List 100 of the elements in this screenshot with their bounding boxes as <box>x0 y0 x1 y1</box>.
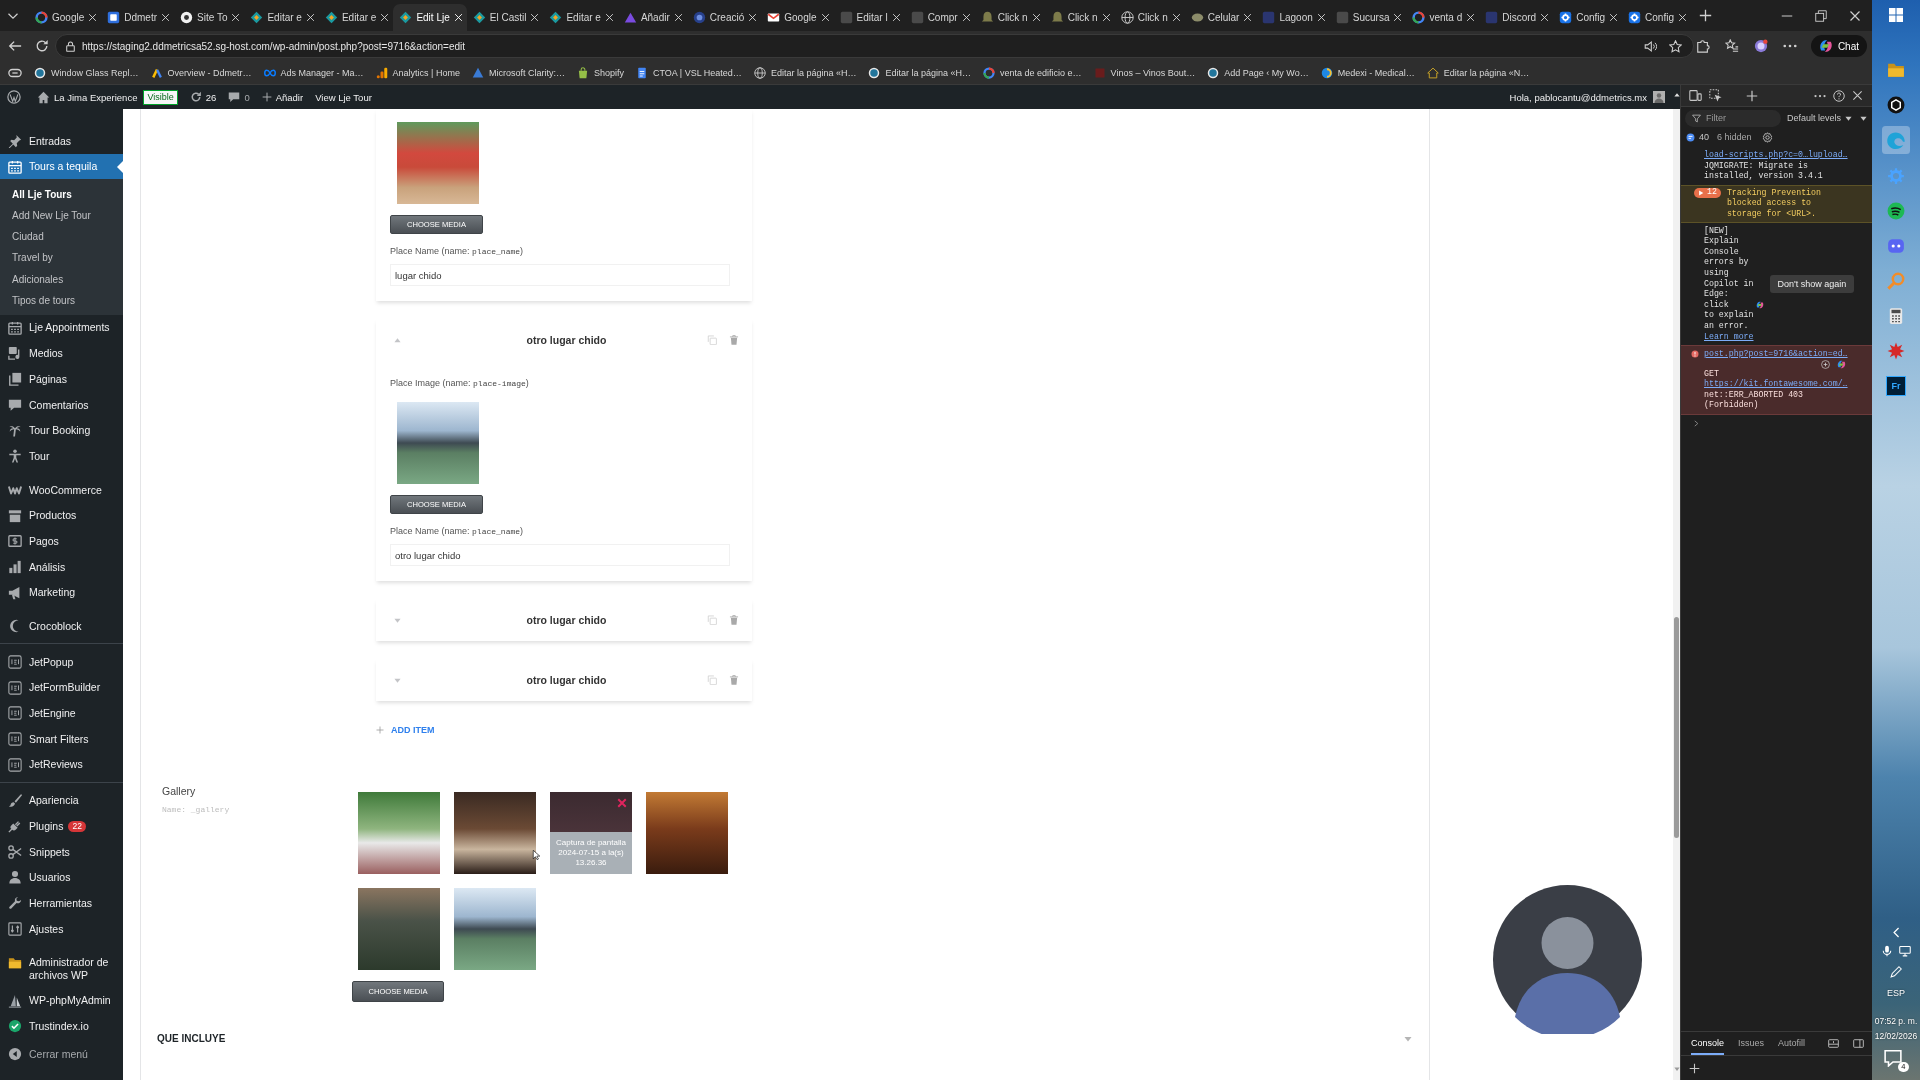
plus-icon[interactable] <box>1746 89 1758 102</box>
close-icon[interactable] <box>1243 13 1253 22</box>
browser-tab[interactable]: Añadir <box>617 4 687 31</box>
circle-logo-icon[interactable] <box>7 90 21 104</box>
browser-tab[interactable]: Discord <box>1479 4 1554 31</box>
browser-tab[interactable]: Creació <box>686 4 762 31</box>
device-toggle-icon[interactable] <box>1689 89 1702 102</box>
sidebar-item[interactable]: JetReviews <box>0 751 123 778</box>
log-levels-dropdown[interactable]: Default levels <box>1787 113 1853 123</box>
updates-link[interactable]: 26 <box>189 91 217 103</box>
view-link[interactable]: View Lje Tour <box>315 91 372 103</box>
filter-field[interactable]: Filter <box>1685 109 1781 127</box>
dock-icon[interactable] <box>1828 1038 1839 1049</box>
close-icon[interactable] <box>530 13 540 22</box>
chevron-right-icon[interactable] <box>1693 420 1700 428</box>
browser-tab[interactable]: venta d <box>1406 4 1480 31</box>
sidebar-item[interactable]: Administrador de archivos WP <box>0 949 123 988</box>
sidebar-item[interactable]: Marketing <box>0 579 123 606</box>
browser-tab[interactable]: Click n <box>974 4 1045 31</box>
close-icon[interactable] <box>1171 13 1181 22</box>
drawer-tab[interactable]: Autofill <box>1778 1032 1806 1055</box>
bookmark[interactable]: venta de edificio e… <box>983 66 1082 79</box>
pen-icon[interactable] <box>1890 966 1902 978</box>
bookmark[interactable]: CTOA | VSL Heated… <box>636 66 742 79</box>
grid-logo-icon[interactable] <box>1888 7 1904 23</box>
site-name-link[interactable]: La Jima Experience <box>37 90 138 104</box>
panel-icon[interactable] <box>1853 1038 1864 1049</box>
gear-icon[interactable] <box>1761 131 1773 143</box>
scrollbar-thumb[interactable] <box>1674 617 1679 838</box>
bookmark[interactable]: Ads Manager - Ma… <box>263 66 364 79</box>
close-icon[interactable] <box>305 13 315 22</box>
sidebar-item[interactable]: Páginas <box>0 366 123 392</box>
sidebar-item[interactable]: Usuarios <box>0 864 123 891</box>
bookmark[interactable]: Vinos – Vinos Bout… <box>1093 66 1196 79</box>
sidebar-item[interactable]: Medios <box>0 340 123 367</box>
calculator-icon[interactable] <box>1887 307 1905 325</box>
app-tile[interactable]: Fr <box>1886 376 1906 396</box>
bookmark[interactable]: Editar la página «H… <box>868 66 971 79</box>
submenu-item[interactable]: Add New Lje Tour <box>0 204 123 227</box>
sidebar-item[interactable]: Herramientas <box>0 890 123 916</box>
clock[interactable]: 07:52 p. m. 12/02/2026 <box>1874 1014 1918 1044</box>
remove-icon[interactable] <box>617 798 627 808</box>
close-icon[interactable] <box>1393 13 1403 22</box>
close-icon[interactable] <box>88 13 98 22</box>
close-icon[interactable] <box>380 13 390 22</box>
close-icon[interactable] <box>961 13 971 22</box>
collapse-menu-button[interactable]: Cerrar menú <box>0 1041 123 1067</box>
learn-more-link[interactable]: Learn more <box>1704 331 1754 341</box>
address-bar[interactable]: https://staging2.ddmetricsa52.sg-host.com/wp-admin/post.php?post=9716&action=edit <box>55 34 1694 58</box>
browser-tab[interactable]: Celular <box>1184 4 1257 31</box>
language-indicator[interactable]: ESP <box>1887 987 1905 999</box>
bookmark[interactable]: Editar la página «N… <box>1426 66 1530 79</box>
profile-icon[interactable] <box>1753 39 1768 53</box>
bookmark[interactable]: Shopify <box>576 66 624 79</box>
drawer-tab[interactable]: Console <box>1691 1032 1725 1055</box>
close-icon[interactable] <box>820 13 830 22</box>
sidebar-item[interactable]: Tour Booking <box>0 417 123 444</box>
browser-tab[interactable]: Ddmetr <box>101 4 175 31</box>
text-input[interactable]: otro lugar chido <box>390 544 730 566</box>
close-icon[interactable] <box>1466 13 1476 22</box>
comments-link[interactable]: 0 <box>228 91 250 103</box>
resource-link[interactable]: https://kit.fontawesome.com/… <box>1704 379 1848 389</box>
close-icon[interactable] <box>1101 13 1111 22</box>
browser-tab[interactable]: Sucursa <box>1329 4 1407 31</box>
browser-tab[interactable]: Edit Lje <box>393 4 467 31</box>
close-icon[interactable] <box>1316 13 1326 22</box>
sidebar-item[interactable]: JetEngine <box>0 700 123 727</box>
monitor-icon[interactable] <box>1899 945 1911 957</box>
plus-icon[interactable] <box>1699 9 1712 22</box>
chat-button[interactable]: Chat <box>1810 35 1867 57</box>
section-header[interactable]: QUE INCLUYE <box>141 1031 1429 1046</box>
browser-tab[interactable]: Editar e <box>543 4 618 31</box>
browser-tab[interactable]: El Castil <box>466 4 544 31</box>
dont-show-again-button[interactable]: Don't show again <box>1769 274 1855 293</box>
close-icon[interactable] <box>1609 13 1619 22</box>
photo-placeholder[interactable] <box>358 792 440 874</box>
sidebar-item[interactable]: Comentarios <box>0 391 123 418</box>
scrollbar[interactable] <box>1673 85 1680 1080</box>
source-link[interactable]: load-scripts.php?c=0…lupload… <box>1704 150 1868 161</box>
gamepad-icon[interactable] <box>1887 237 1905 255</box>
bookmark[interactable]: Add Page ‹ My Wo… <box>1207 66 1309 79</box>
sidebar-item[interactable]: Tours a tequila <box>0 153 123 180</box>
close-icon[interactable] <box>161 13 171 22</box>
caret-up-icon[interactable] <box>1673 92 1680 98</box>
sidebar-item[interactable]: Análisis <box>0 554 123 580</box>
close-icon[interactable] <box>1849 9 1861 22</box>
source-link[interactable]: post.php?post=9716&action=ed… <box>1704 349 1868 360</box>
close-icon[interactable] <box>748 13 758 22</box>
sidebar-item[interactable]: Plugins 22 <box>0 813 123 839</box>
chevron-left-icon[interactable] <box>1890 927 1902 938</box>
sidebar-item[interactable]: Pagos <box>0 528 123 555</box>
close-icon[interactable] <box>673 13 683 22</box>
close-icon[interactable] <box>1852 90 1863 101</box>
browser-tab[interactable]: Editar l <box>833 4 905 31</box>
new-link[interactable]: Añadir <box>261 91 304 103</box>
drawer-tab[interactable]: Issues <box>1738 1032 1765 1055</box>
submenu-item[interactable]: Tipos de tours <box>0 289 123 311</box>
browser-tab[interactable]: Google <box>29 4 102 31</box>
submenu-item[interactable]: Ciudad <box>0 226 123 248</box>
browser-tab[interactable]: Editar e <box>318 4 394 31</box>
